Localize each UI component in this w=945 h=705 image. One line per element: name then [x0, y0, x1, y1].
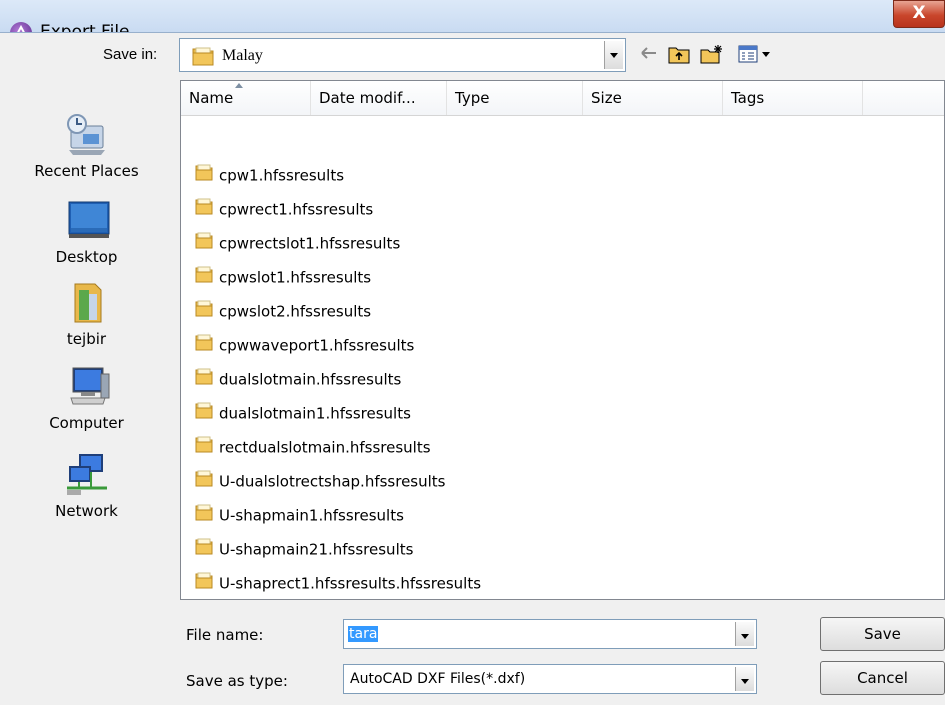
save-in-dropdown-arrow[interactable]	[604, 41, 623, 69]
column-header-type[interactable]: Type	[447, 81, 583, 115]
folder-icon	[195, 569, 213, 599]
file-row[interactable]: cpwrect1.hfssresults	[195, 194, 373, 224]
folder-icon	[195, 297, 213, 327]
network-icon	[61, 452, 113, 498]
file-name: cpwrect1.hfssresults	[219, 200, 374, 219]
file-name: cpwslot2.hfssresults	[219, 302, 372, 321]
file-name: U-dualslotrectshap.hfssresults	[219, 472, 446, 491]
file-row[interactable]: rectdualslotmain.hfssresults	[195, 432, 431, 462]
place-computer[interactable]: Computer	[0, 364, 173, 432]
folder-icon	[195, 263, 213, 293]
file-name: cpwrectslot1.hfssresults	[219, 234, 401, 253]
recent-places-icon	[61, 112, 113, 158]
place-label: tejbir	[66, 330, 107, 348]
user-folder-icon	[61, 280, 113, 326]
close-button[interactable]: X	[893, 0, 945, 28]
file-name: dualslotmain.hfssresults	[219, 370, 402, 389]
place-recent-places[interactable]: Recent Places	[0, 112, 173, 180]
column-label: Date modif...	[319, 89, 416, 107]
save-in-value: Malay	[222, 47, 263, 64]
folder-icon	[195, 229, 213, 259]
desktop-icon	[61, 198, 113, 244]
file-name: cpw1.hfssresults	[219, 166, 345, 185]
file-list[interactable]: Name Date modif... Type Size Tags cpw1.h…	[180, 80, 945, 600]
file-name: rectdualslotmain.hfssresults	[219, 438, 431, 457]
folder-icon	[195, 331, 213, 361]
folder-icon	[195, 161, 213, 191]
up-folder-icon[interactable]	[668, 44, 690, 69]
file-row[interactable]: cpwslot1.hfssresults	[195, 262, 371, 292]
places-bar: Recent Places Desktop tejbir Computer Ne…	[0, 80, 173, 600]
file-row[interactable]: cpw1.hfssresults	[195, 160, 344, 190]
column-label: Type	[455, 89, 490, 107]
new-folder-icon[interactable]	[700, 44, 724, 69]
column-header-name[interactable]: Name	[181, 81, 311, 115]
folder-icon	[195, 399, 213, 429]
file-name: dualslotmain1.hfssresults	[219, 404, 411, 423]
column-header-size[interactable]: Size	[583, 81, 723, 115]
folder-icon	[195, 195, 213, 225]
place-label: Computer	[49, 414, 124, 432]
file-row[interactable]: dualslotmain1.hfssresults	[195, 398, 411, 428]
file-name: U-shapmain1.hfssresults	[219, 506, 404, 525]
folder-icon	[195, 433, 213, 463]
file-row[interactable]: dualslotmain.hfssresults	[195, 364, 401, 394]
column-label: Size	[591, 89, 622, 107]
folder-icon	[195, 501, 213, 531]
save-in-label: Save in:	[103, 46, 158, 63]
column-label: Name	[189, 89, 234, 107]
column-label: Tags	[731, 89, 765, 107]
file-name: cpwslot1.hfssresults	[219, 268, 372, 287]
save-button[interactable]: Save	[820, 617, 945, 651]
folder-icon	[195, 535, 213, 565]
column-header-date-modified[interactable]: Date modif...	[311, 81, 447, 115]
place-label: Network	[55, 502, 118, 520]
folder-icon	[192, 46, 214, 70]
file-name: cpwwaveport1.hfssresults	[219, 336, 415, 355]
file-row[interactable]: U-dualslotrectshap.hfssresults	[195, 466, 446, 496]
close-icon: X	[912, 3, 926, 23]
file-name-label: File name:	[186, 626, 264, 644]
back-arrow-icon[interactable]	[640, 44, 658, 67]
place-label: Desktop	[55, 248, 118, 266]
file-row[interactable]: U-shapmain21.hfssresults	[195, 534, 413, 564]
view-menu-icon[interactable]	[738, 44, 772, 69]
file-row[interactable]: U-shapmain1.hfssresults	[195, 500, 404, 530]
column-header-bar: Name Date modif... Type Size Tags	[181, 81, 944, 116]
folder-icon	[195, 365, 213, 395]
file-row[interactable]: cpwslot2.hfssresults	[195, 296, 371, 326]
folder-icon	[195, 467, 213, 497]
sort-ascending-icon	[235, 83, 243, 88]
place-tejbir[interactable]: tejbir	[0, 280, 173, 348]
place-network[interactable]: Network	[0, 452, 173, 520]
file-row[interactable]: cpwrectslot1.hfssresults	[195, 228, 400, 258]
computer-icon	[61, 364, 113, 410]
place-label: Recent Places	[34, 162, 139, 180]
file-name: U-shaprect1.hfssresults.hfssresults	[219, 574, 482, 593]
save-in-combobox[interactable]: Malay	[179, 38, 626, 72]
file-row[interactable]: U-shaprect1.hfssresults.hfssresults	[195, 568, 481, 598]
file-name-input[interactable]: tara	[343, 619, 757, 649]
file-name: U-shapmain21.hfssresults	[219, 540, 414, 559]
save-as-type-dropdown-arrow[interactable]	[735, 667, 754, 691]
save-as-type-value: AutoCAD DXF Files(*.dxf)	[350, 671, 526, 687]
column-header-tags[interactable]: Tags	[723, 81, 863, 115]
cancel-button[interactable]: Cancel	[820, 661, 945, 695]
place-desktop[interactable]: Desktop	[0, 198, 173, 266]
save-as-type-select[interactable]: AutoCAD DXF Files(*.dxf)	[343, 664, 757, 694]
save-as-type-label: Save as type:	[186, 672, 288, 690]
file-name-value: tara	[348, 626, 379, 642]
file-name-dropdown-arrow[interactable]	[735, 622, 754, 646]
file-row[interactable]: cpwwaveport1.hfssresults	[195, 330, 414, 360]
